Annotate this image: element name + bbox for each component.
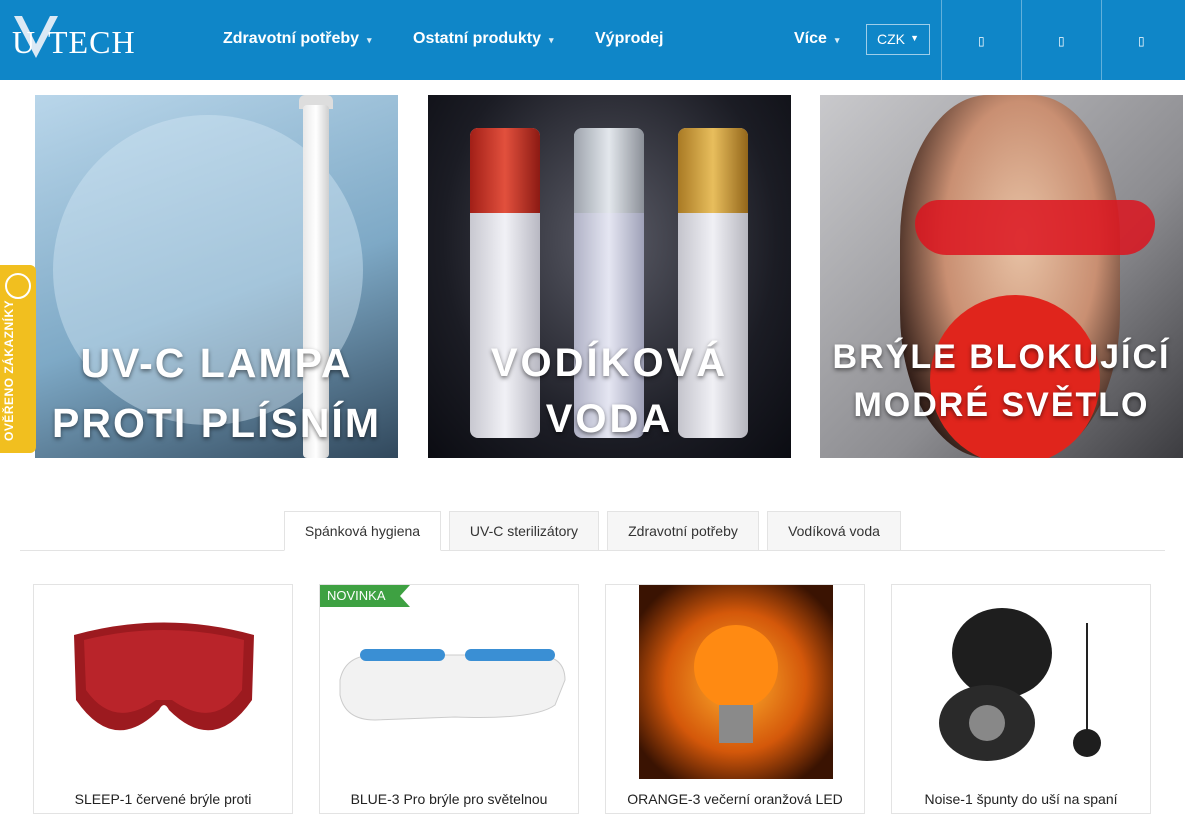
currency-select[interactable]: CZK ▼ — [866, 24, 930, 55]
chevron-down-icon: ▾ — [834, 35, 840, 45]
product-title: BLUE-3 Pro brýle pro světelnou — [350, 791, 548, 807]
banner-title-line: BRÝLE BLOKUJÍCÍ — [832, 338, 1171, 376]
currency-value: CZK — [877, 31, 905, 47]
banner-title-line: MODRÉ SVĚTLO — [853, 386, 1150, 424]
banner-title-line: VODA — [545, 397, 674, 441]
cart-button[interactable]: ▯ — [1101, 0, 1181, 80]
user-icon: ▯ — [1058, 34, 1065, 48]
banner-title-line: VODÍKOVÁ — [490, 341, 729, 385]
tab-vodikova-voda[interactable]: Vodíková voda — [767, 511, 901, 551]
banner-title-line: PROTI PLÍSNÍM — [52, 400, 381, 446]
account-button[interactable]: ▯ — [1021, 0, 1101, 80]
product-card[interactable]: ORANGE-3 večerní oranžová LED — [605, 584, 865, 814]
chevron-down-icon: ▾ — [367, 35, 372, 45]
banner-uvc-lamp[interactable]: UV-C LAMPA PROTI PLÍSNÍM — [35, 95, 398, 458]
tab-uvc-sterilizatory[interactable]: UV-C sterilizátory — [449, 511, 599, 551]
product-image — [339, 649, 566, 721]
product-card[interactable]: SLEEP-1 červené brýle proti — [33, 584, 293, 814]
tab-spankova-hygiena[interactable]: Spánková hygiena — [284, 511, 441, 551]
banner-title-line: UV-C LAMPA — [80, 340, 353, 386]
tab-zdravotni-potreby[interactable]: Zdravotní potřeby — [607, 511, 759, 551]
nav-item-vyprodej[interactable]: Výprodej — [595, 30, 663, 48]
banner-title: BRÝLE BLOKUJÍCÍ MODRÉ SVĚTLO — [820, 333, 1183, 429]
site-header: U TECH Zdravotní potřeby ▾ Ostatní produk… — [0, 0, 1185, 80]
tab-label: Spánková hygiena — [304, 523, 421, 539]
caret-down-icon: ▼ — [910, 33, 919, 43]
banner-title: UV-C LAMPA PROTI PLÍSNÍM — [35, 333, 398, 453]
nav-item-label: Ostatní produkty — [413, 30, 542, 47]
search-button[interactable]: ▯ — [941, 0, 1021, 80]
chevron-down-icon: ▾ — [549, 35, 554, 45]
tab-label: Zdravotní potřeby — [628, 523, 738, 539]
verified-customers-badge[interactable]: OVĚŘENO ZÁKAZNÍKY — [0, 265, 36, 453]
product-image — [939, 608, 1101, 761]
logo-text: TECH — [48, 24, 136, 60]
new-badge: NOVINKA — [320, 585, 409, 607]
nav-item-label: Více — [794, 30, 827, 47]
nav-item-ostatni-produkty[interactable]: Ostatní produkty ▾ — [413, 30, 554, 48]
verified-customers-label: OVĚŘENO ZÁKAZNÍKY — [2, 299, 16, 441]
logo[interactable]: U TECH — [6, 14, 146, 60]
tab-label: Vodíková voda — [788, 523, 880, 539]
banner-title: VODÍKOVÁ VODA — [428, 335, 791, 447]
nav-item-vice[interactable]: Více ▾ — [794, 30, 839, 48]
product-title: ORANGE-3 večerní oranžová LED — [627, 791, 843, 807]
product-title: SLEEP-1 červené brýle proti — [74, 791, 252, 807]
banner-blue-light-glasses[interactable]: BRÝLE BLOKUJÍCÍ MODRÉ SVĚTLO — [820, 95, 1183, 458]
nav-item-label: Zdravotní potřeby — [223, 30, 360, 47]
product-image — [74, 622, 254, 731]
nav-item-label: Výprodej — [595, 30, 664, 47]
product-image — [639, 585, 833, 779]
seal-icon — [5, 273, 31, 299]
product-card[interactable]: Noise-1 špunty do uší na spaní — [891, 584, 1151, 814]
tab-label: UV-C sterilizátory — [469, 523, 579, 539]
nav-item-zdravotni-potreby[interactable]: Zdravotní potřeby ▾ — [223, 30, 372, 48]
glasses-image — [915, 200, 1155, 255]
product-card[interactable]: NOVINKA BLUE-3 Pro brýle pro světelnou — [319, 584, 579, 814]
banner-hydrogen-water[interactable]: VODÍKOVÁ VODA — [428, 95, 791, 458]
search-icon: ▯ — [978, 34, 985, 48]
logo-letter: U — [12, 24, 36, 60]
product-title: Noise-1 špunty do uší na spaní — [924, 791, 1118, 807]
cart-icon: ▯ — [1138, 34, 1145, 48]
